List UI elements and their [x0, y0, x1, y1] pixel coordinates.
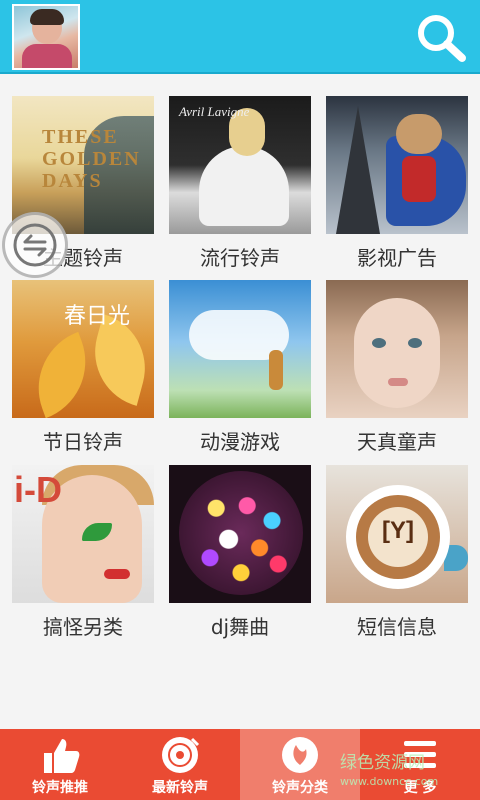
category-thumbnail: [326, 280, 468, 418]
nav-label: 更 多: [403, 780, 437, 796]
nav-recommended[interactable]: 铃声推推: [0, 729, 120, 800]
nav-label: 铃声推推: [32, 780, 88, 796]
thumb-art-text: [Y]: [382, 517, 414, 544]
thumb-art-text: Avril Lavigne: [179, 104, 250, 119]
thumb-art: [269, 350, 283, 390]
category-thumbnail: [169, 280, 311, 418]
avatar-shirt: [22, 44, 72, 68]
avatar-hair: [30, 9, 64, 25]
search-button[interactable]: [414, 12, 468, 64]
user-avatar[interactable]: [12, 4, 80, 70]
category-tile-holiday[interactable]: 春日光 节日铃声: [12, 280, 154, 454]
category-tile-anime-games[interactable]: 动漫游戏: [169, 280, 311, 454]
category-tile-sms[interactable]: [Y] 短信信息: [326, 465, 468, 639]
thumb-art-text: 春日光: [64, 303, 131, 328]
thumb-art: [396, 114, 442, 154]
category-label: 短信信息: [357, 615, 437, 639]
thumb-art: [336, 106, 380, 234]
category-tile-funny[interactable]: i-D 搞怪另类: [12, 465, 154, 639]
category-tile-child-voices[interactable]: 天真童声: [326, 280, 468, 454]
floating-back-button[interactable]: [2, 212, 68, 278]
category-label: 天真童声: [357, 430, 437, 454]
search-icon: [418, 15, 466, 62]
disc-icon: [162, 737, 200, 773]
category-thumbnail: i-D: [12, 465, 154, 603]
thumb-art: [104, 569, 130, 579]
category-tile-film-ads[interactable]: 影视广告: [326, 96, 468, 270]
top-bar: [0, 0, 480, 74]
menu-icon: [404, 741, 436, 768]
back-arrow-icon: [13, 223, 57, 267]
nav-newest[interactable]: 最新铃声: [120, 729, 240, 800]
category-label: 流行铃声: [200, 246, 280, 270]
category-label: 节日铃声: [43, 430, 123, 454]
bottom-nav: 铃声推推 最新铃声 铃声分类 更 多: [0, 729, 480, 800]
nav-label: 最新铃声: [152, 780, 208, 796]
thumb-art: [179, 471, 303, 595]
thumb-art: [21, 331, 103, 418]
category-label: 搞怪另类: [43, 615, 123, 639]
category-label: 影视广告: [357, 246, 437, 270]
category-thumbnail: [169, 465, 311, 603]
thumbs-up-icon: [44, 739, 80, 773]
nav-label: 铃声分类: [272, 780, 328, 796]
category-tile-pop[interactable]: Avril Lavigne 流行铃声: [169, 96, 311, 270]
category-label: dj舞曲: [210, 615, 270, 639]
category-tile-dj[interactable]: dj舞曲: [169, 465, 311, 639]
thumb-art: [372, 338, 386, 348]
thumb-art: [388, 378, 408, 386]
thumb-art-text: THESE GOLDEN DAYS: [42, 126, 141, 192]
category-thumbnail: [Y]: [326, 465, 468, 603]
thumb-art: [199, 146, 289, 226]
nav-categories[interactable]: 铃声分类: [240, 729, 360, 800]
category-thumbnail: [326, 96, 468, 234]
thumb-art: [402, 156, 436, 202]
nav-more[interactable]: 更 多: [360, 729, 480, 800]
thumb-art: [354, 298, 440, 408]
thumb-art: [408, 338, 422, 348]
thumb-art-text: i-D: [14, 469, 62, 510]
category-thumbnail: Avril Lavigne: [169, 96, 311, 234]
category-thumbnail: 春日光: [12, 280, 154, 418]
category-label: 动漫游戏: [200, 430, 280, 454]
category-icon: [282, 737, 318, 773]
